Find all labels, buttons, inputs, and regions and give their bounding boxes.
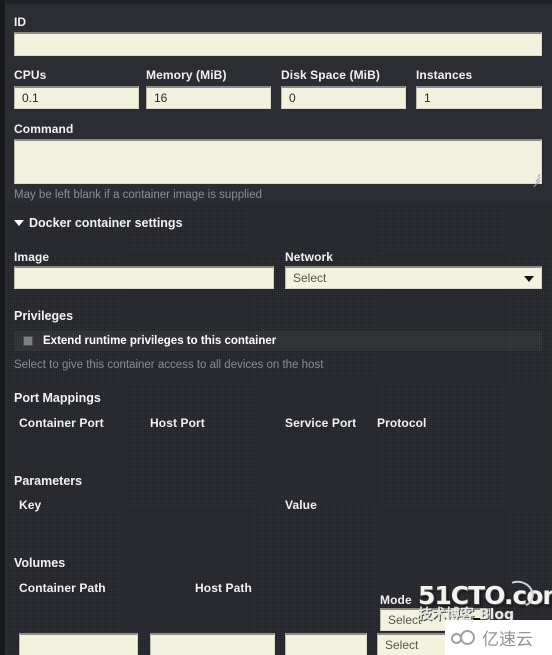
mode-select[interactable]: Select (380, 608, 490, 631)
add-port-mapping-button[interactable] (519, 634, 538, 653)
disk-space-label: Disk Space (MiB) (281, 68, 380, 82)
command-label: Command (14, 122, 74, 136)
volumes-title: Volumes (14, 556, 66, 570)
value-label: Value (285, 498, 317, 512)
cpus-input[interactable] (14, 86, 139, 109)
docker-settings-toggle[interactable]: Docker container settings (14, 216, 183, 231)
mode-label: Mode (380, 593, 412, 607)
command-textarea-wrap (14, 139, 542, 188)
mode-select-value: Select (388, 613, 422, 627)
id-input[interactable] (14, 32, 542, 56)
key-label: Key (19, 498, 42, 512)
privileges-title: Privileges (14, 309, 74, 323)
command-hint: May be left blank if a container image i… (14, 189, 263, 201)
network-label: Network (285, 250, 334, 264)
protocol-label: Protocol (377, 416, 427, 430)
protocol-select[interactable]: Select (377, 633, 487, 655)
container-port-input[interactable] (19, 633, 138, 655)
chevron-down-icon (472, 618, 482, 624)
chevron-down-icon (14, 219, 24, 226)
remove-port-mapping-button[interactable] (495, 634, 514, 653)
host-port-input[interactable] (150, 633, 275, 655)
port-mappings-title: Port Mappings (14, 391, 101, 405)
job-configuration-form: ID CPUs Memory (MiB) Disk Space (MiB) In… (0, 0, 552, 655)
plus-icon-vertical (527, 638, 530, 649)
privileges-hint: Select to give this container access to … (14, 359, 324, 371)
service-port-label: Service Port (285, 416, 357, 430)
instances-label: Instances (416, 68, 473, 82)
chevron-down-icon (524, 276, 534, 282)
image-label: Image (14, 250, 50, 264)
image-input[interactable] (14, 266, 274, 289)
checkbox-icon[interactable] (23, 336, 33, 346)
parameters-title: Parameters (14, 474, 83, 488)
id-label: ID (14, 15, 27, 29)
protocol-select-value: Select (385, 638, 419, 652)
docker-container-settings-section: Docker container settings Image Network … (5, 203, 552, 655)
chevron-down-icon (469, 643, 479, 649)
disk-space-input[interactable] (281, 86, 406, 109)
extend-privileges-row[interactable]: Extend runtime privileges to this contai… (14, 331, 542, 351)
container-path-label: Container Path (19, 581, 106, 595)
docker-settings-title: Docker container settings (29, 216, 183, 230)
network-select-value: Select (293, 271, 327, 285)
network-select[interactable]: Select (285, 266, 542, 289)
extend-privileges-label: Extend runtime privileges to this contai… (43, 335, 277, 347)
instances-input[interactable] (416, 86, 542, 109)
host-port-label: Host Port (150, 416, 205, 430)
cpus-label: CPUs (14, 68, 47, 82)
basic-settings-section: ID CPUs Memory (MiB) Disk Space (MiB) In… (5, 4, 552, 201)
memory-input[interactable] (146, 86, 271, 109)
minus-icon (499, 642, 510, 645)
host-path-label: Host Path (195, 581, 252, 595)
container-port-label: Container Port (19, 416, 104, 430)
command-textarea[interactable] (14, 139, 542, 184)
memory-label: Memory (MiB) (146, 68, 227, 82)
service-port-input[interactable] (285, 633, 367, 655)
